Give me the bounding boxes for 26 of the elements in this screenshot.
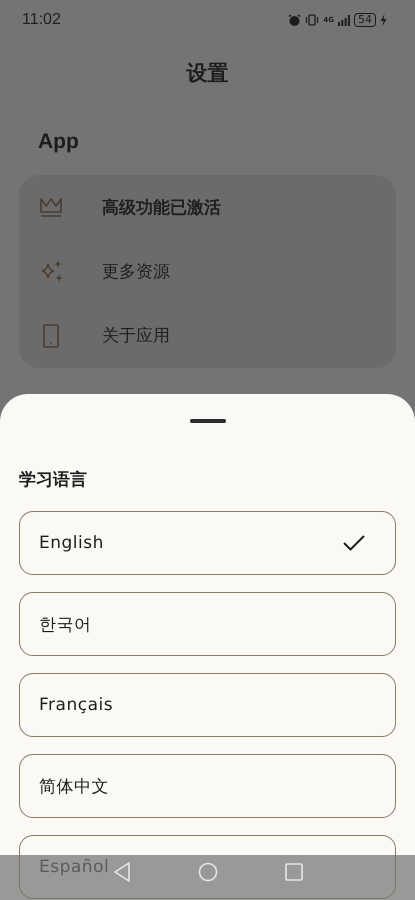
language-option[interactable]: English bbox=[19, 511, 396, 575]
item-label: 更多资源 bbox=[102, 260, 170, 283]
language-option[interactable]: Français bbox=[19, 673, 396, 737]
home-icon[interactable] bbox=[198, 862, 218, 882]
crown-icon bbox=[38, 196, 64, 218]
signal-icon bbox=[338, 14, 350, 26]
back-icon[interactable] bbox=[112, 862, 130, 882]
item-label: 关于应用 bbox=[102, 325, 170, 348]
language-option[interactable]: 한국어 bbox=[19, 592, 396, 656]
alarm-icon bbox=[288, 14, 302, 26]
drag-handle[interactable] bbox=[190, 419, 226, 423]
language-label: Español bbox=[39, 857, 110, 877]
status-time: 11:02 bbox=[22, 11, 61, 29]
language-option[interactable]: 简体中文 bbox=[19, 754, 396, 818]
section-title: App bbox=[37, 129, 80, 155]
battery-level: 54 bbox=[354, 13, 376, 27]
language-label: Français bbox=[39, 695, 114, 715]
item-label: 高级功能已激活 bbox=[102, 196, 221, 219]
language-label: 简体中文 bbox=[39, 776, 109, 798]
charging-icon bbox=[380, 14, 387, 26]
recents-icon[interactable] bbox=[284, 862, 302, 880]
page-title: 设置 bbox=[186, 60, 228, 87]
language-label: English bbox=[39, 533, 104, 553]
sheet-title: 学习语言 bbox=[19, 469, 88, 491]
vibrate-icon bbox=[305, 14, 320, 26]
language-label: 한국어 bbox=[39, 614, 92, 636]
